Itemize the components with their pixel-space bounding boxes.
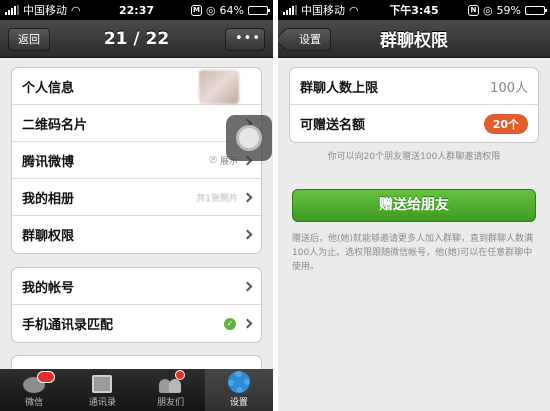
more-button[interactable]: ••• bbox=[225, 28, 265, 51]
page-title: 群聊权限 bbox=[380, 31, 448, 51]
row-label: 可赠送名额 bbox=[300, 118, 366, 133]
nav-bar: 设置 群聊权限 bbox=[278, 20, 550, 58]
back-button[interactable]: 返回 bbox=[8, 28, 50, 51]
row-label: 我的相册 bbox=[22, 191, 75, 207]
row-profile[interactable]: 个人信息 bbox=[12, 68, 261, 105]
tab-label: 朋友们 bbox=[157, 398, 185, 408]
page-title: 21 / 22 bbox=[103, 28, 170, 49]
unread-badge bbox=[37, 371, 56, 383]
tab-label: 通讯录 bbox=[88, 398, 116, 408]
row-label: 二维码名片 bbox=[22, 117, 88, 133]
battery-percent: 59% bbox=[496, 3, 521, 17]
row-value: 100人 bbox=[490, 80, 528, 96]
row-value: 共1张照片 bbox=[196, 193, 238, 204]
tab-bar: 微信 通讯录 朋友们 设置 bbox=[0, 369, 273, 411]
lock-rotation-icon: ◎ bbox=[205, 3, 216, 17]
check-icon: ✓ bbox=[224, 317, 236, 330]
quota-badge: 20个 bbox=[483, 113, 528, 134]
row-qrcode[interactable]: 二维码名片 bbox=[12, 105, 261, 142]
battery-percent: 64% bbox=[219, 3, 244, 17]
screenshot-stage: 中国移动 ◠ 22:37 M ◎ 64% 返回 21 / 22 ••• 个人信息… bbox=[0, 0, 550, 411]
row-contacts-match[interactable]: 手机通讯录匹配 ✓ bbox=[12, 305, 261, 342]
row-label: 腾讯微博 bbox=[22, 154, 75, 170]
avatar bbox=[199, 70, 239, 104]
row-gift-quota: 可赠送名额 20个 bbox=[290, 105, 538, 142]
chevron-right-icon bbox=[242, 192, 253, 202]
tab-contacts[interactable]: 通讯录 bbox=[68, 369, 136, 411]
row-label: 群聊权限 bbox=[22, 229, 75, 244]
nav-bar: 返回 21 / 22 ••• bbox=[0, 20, 273, 58]
permission-info-group: 群聊人数上限 100人 可赠送名额 20个 bbox=[289, 67, 539, 143]
lock-rotation-icon: ◎ bbox=[482, 3, 493, 17]
settings-group-main: 个人信息 二维码名片 腾讯微博 ℗ 展示 我的相册 共1张照片 群聊权限 bbox=[11, 67, 262, 254]
row-label: 群聊人数上限 bbox=[300, 80, 379, 96]
settings-group-account: 我的帐号 手机通讯录匹配 ✓ bbox=[11, 267, 262, 343]
left-phone-screen: 中国移动 ◠ 22:37 M ◎ 64% 返回 21 / 22 ••• 个人信息… bbox=[0, 0, 273, 411]
tab-settings[interactable]: 设置 bbox=[204, 369, 273, 411]
battery-icon bbox=[248, 5, 270, 15]
message-badge-icon: M bbox=[190, 4, 202, 16]
weibo-icon: ℗ bbox=[207, 154, 218, 166]
right-phone-screen: 中国移动 ◠ 下午3:45 N ◎ 59% 设置 群聊权限 群聊人数上限 100… bbox=[278, 0, 550, 411]
back-button[interactable]: 设置 bbox=[284, 28, 331, 51]
tab-friends[interactable]: 朋友们 bbox=[137, 369, 205, 411]
row-account[interactable]: 我的帐号 bbox=[12, 268, 261, 305]
assistive-touch-button[interactable] bbox=[226, 115, 272, 161]
row-label: 我的帐号 bbox=[22, 280, 75, 296]
unread-badge bbox=[174, 370, 185, 380]
quota-hint: 你可以向20个朋友赠送100人群聊邀请权限 bbox=[327, 152, 501, 162]
row-group-limit: 群聊人数上限 100人 bbox=[290, 68, 538, 105]
gear-icon bbox=[227, 371, 250, 393]
battery-icon bbox=[525, 5, 547, 15]
row-group-permission[interactable]: 群聊权限 bbox=[12, 216, 261, 253]
chevron-right-icon bbox=[242, 229, 253, 240]
row-weibo[interactable]: 腾讯微博 ℗ 展示 bbox=[12, 142, 261, 179]
gift-to-friends-button[interactable]: 赠送给朋友 bbox=[292, 189, 536, 222]
gift-explanation: 赠送后，他(她)就能够邀请更多人加入群聊，直到群聊人数满100人为止。选权限跟随… bbox=[292, 234, 534, 272]
row-album[interactable]: 我的相册 共1张照片 bbox=[12, 179, 261, 216]
tab-weixin[interactable]: 微信 bbox=[0, 369, 68, 411]
tab-label: 微信 bbox=[25, 398, 44, 408]
chevron-right-icon bbox=[242, 281, 253, 291]
status-bar: 中国移动 ◠ 22:37 M ◎ 64% bbox=[0, 0, 273, 20]
back-button-label: 设置 bbox=[299, 33, 321, 46]
contacts-icon bbox=[92, 375, 113, 393]
chevron-right-icon bbox=[242, 318, 253, 329]
status-bar: 中国移动 ◠ 下午3:45 N ◎ 59% bbox=[278, 0, 550, 20]
notification-icon: N bbox=[467, 4, 479, 16]
row-label: 手机通讯录匹配 bbox=[22, 318, 114, 333]
tab-label: 设置 bbox=[229, 398, 248, 408]
